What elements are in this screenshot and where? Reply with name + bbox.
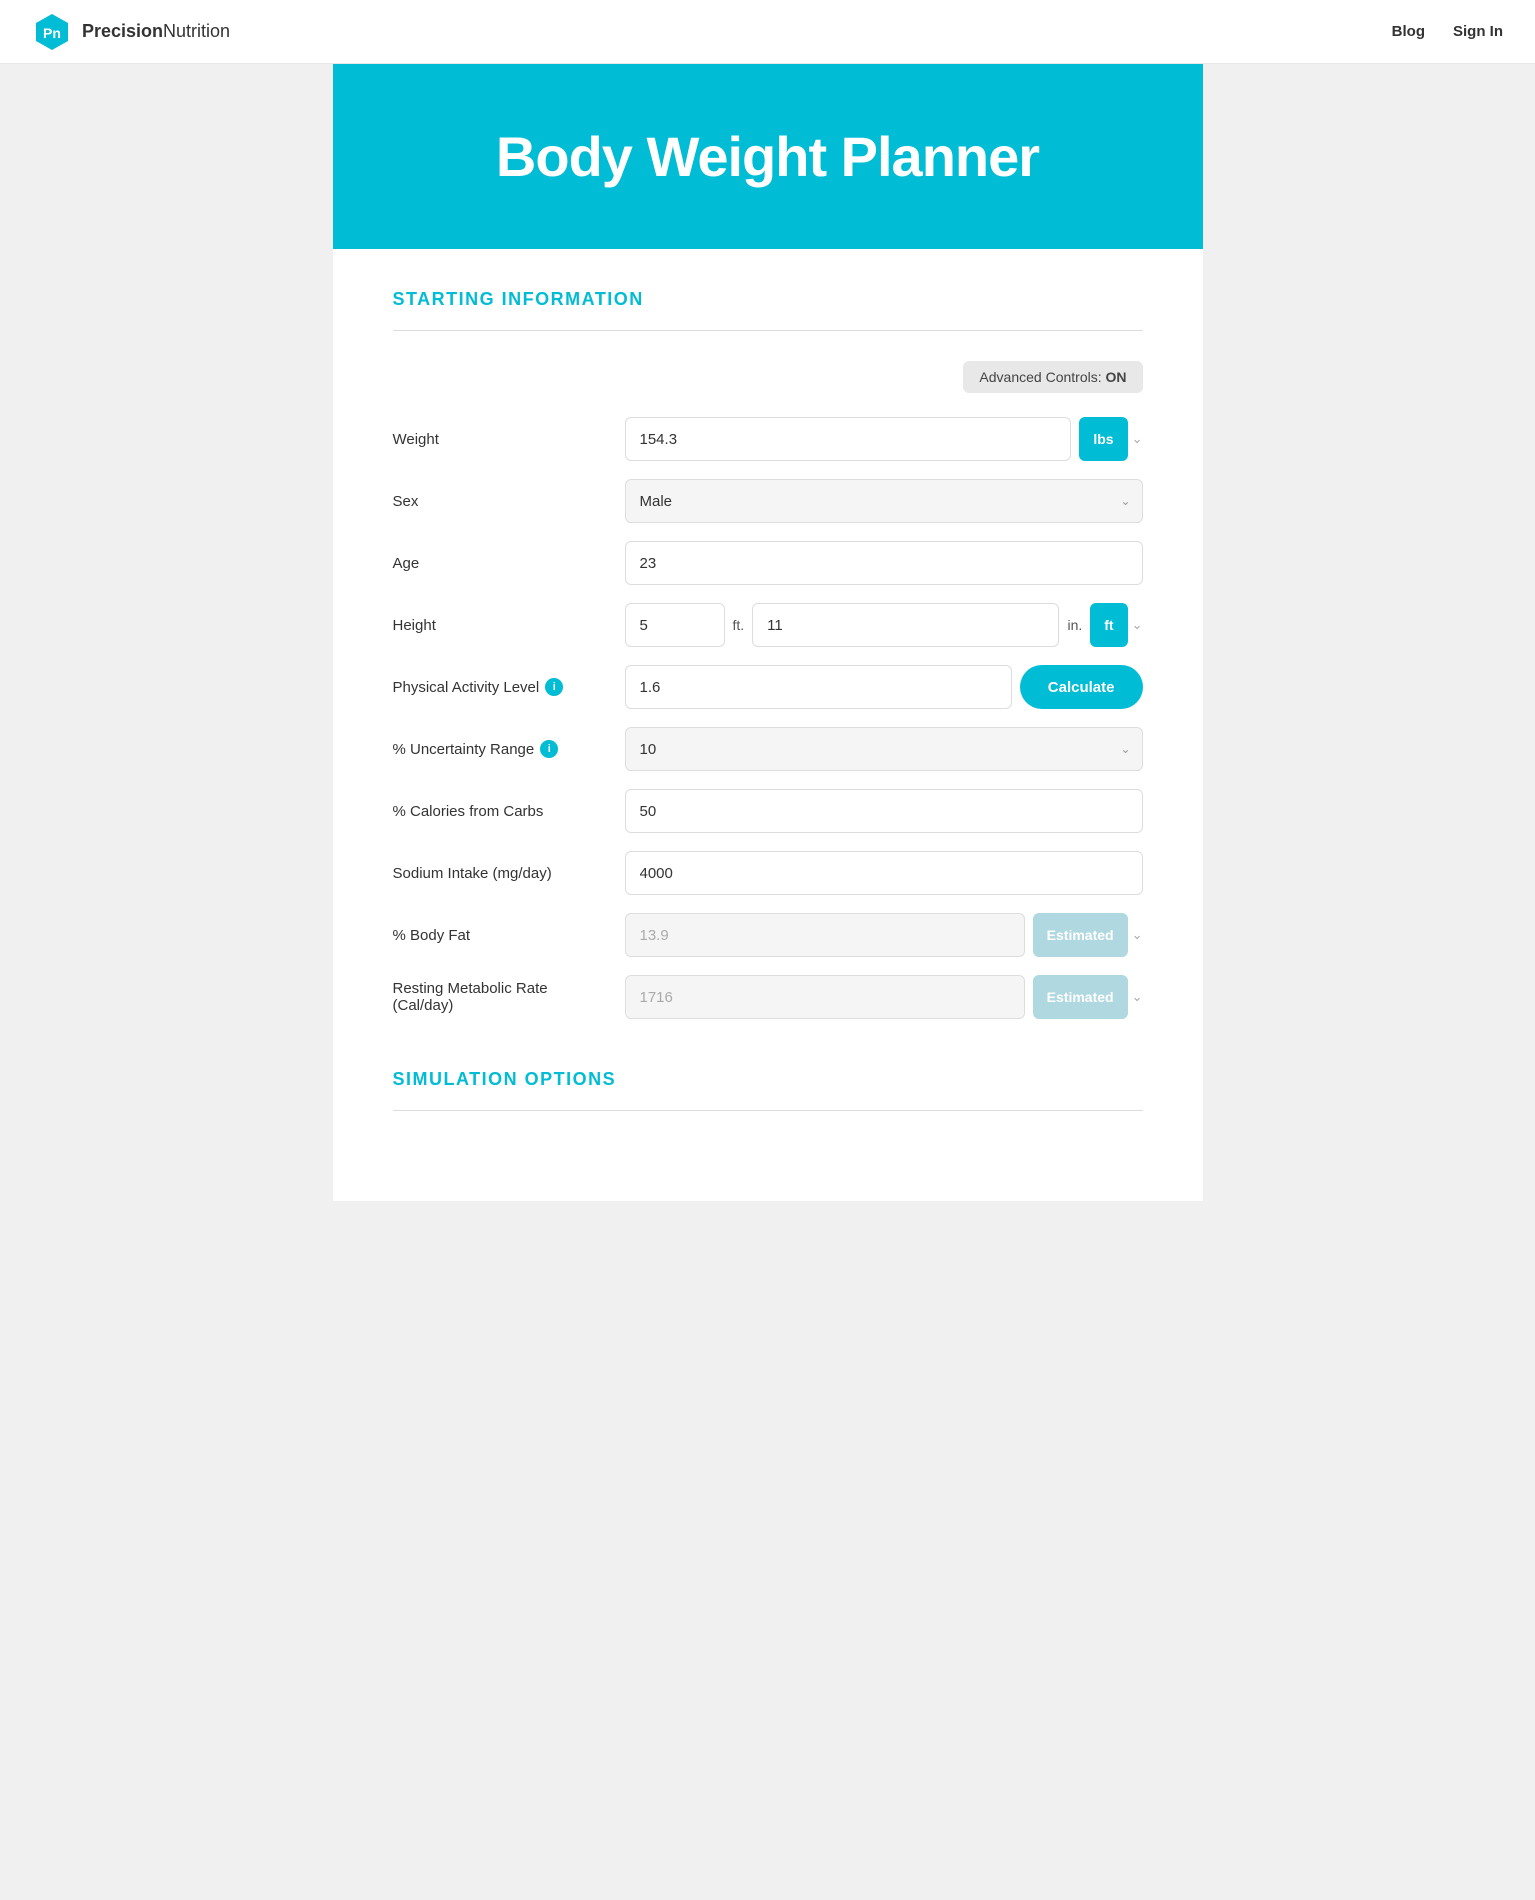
pal-row: Physical Activity Level i Calculate xyxy=(393,665,1143,709)
weight-input[interactable] xyxy=(625,417,1072,461)
pal-controls: Calculate xyxy=(625,665,1143,709)
pal-info-icon[interactable]: i xyxy=(545,678,563,696)
pn-logo-icon: Pn xyxy=(32,12,72,52)
advanced-controls-row: Advanced Controls: ON xyxy=(393,361,1143,393)
page-wrapper: Body Weight Planner STARTING INFORMATION… xyxy=(333,64,1203,1201)
bodyfat-input[interactable] xyxy=(625,913,1025,957)
age-label: Age xyxy=(393,555,613,572)
height-row: Height ft. in. ft ⌄ xyxy=(393,603,1143,647)
carbs-label: % Calories from Carbs xyxy=(393,803,613,820)
height-unit-button[interactable]: ft xyxy=(1090,603,1127,647)
bodyfat-row: % Body Fat Estimated ⌄ xyxy=(393,913,1143,957)
weight-unit-wrapper: lbs ⌄ xyxy=(1079,417,1142,461)
uncertainty-select[interactable]: 5 10 15 20 xyxy=(625,727,1143,771)
svg-text:Pn: Pn xyxy=(43,25,61,41)
brand-name: PrecisionNutrition xyxy=(82,21,230,42)
hero-banner: Body Weight Planner xyxy=(333,64,1203,249)
divider-1 xyxy=(393,330,1143,331)
sex-select-wrapper: Male Female ⌄ xyxy=(625,479,1143,523)
sex-label: Sex xyxy=(393,493,613,510)
weight-unit-button[interactable]: lbs xyxy=(1079,417,1127,461)
rmr-row: Resting Metabolic Rate (Cal/day) Estimat… xyxy=(393,975,1143,1019)
height-ft-input[interactable] xyxy=(625,603,725,647)
rmr-label: Resting Metabolic Rate (Cal/day) xyxy=(393,980,613,1014)
sex-controls: Male Female ⌄ xyxy=(625,479,1143,523)
rmr-estimated-button[interactable]: Estimated xyxy=(1033,975,1128,1019)
uncertainty-row: % Uncertainty Range i 5 10 15 20 ⌄ xyxy=(393,727,1143,771)
signin-link[interactable]: Sign In xyxy=(1453,23,1503,40)
bodyfat-controls: Estimated ⌄ xyxy=(625,913,1143,957)
divider-2 xyxy=(393,1110,1143,1111)
simulation-options-title: SIMULATION OPTIONS xyxy=(393,1069,1143,1090)
rmr-input[interactable] xyxy=(625,975,1025,1019)
uncertainty-info-icon[interactable]: i xyxy=(540,740,558,758)
height-label: Height xyxy=(393,617,613,634)
calculate-button[interactable]: Calculate xyxy=(1020,665,1143,709)
height-ft-label: ft. xyxy=(733,617,745,633)
bodyfat-badge-wrapper: Estimated ⌄ xyxy=(1033,913,1143,957)
sex-row: Sex Male Female ⌄ xyxy=(393,479,1143,523)
blog-link[interactable]: Blog xyxy=(1392,23,1425,40)
advanced-controls-button[interactable]: Advanced Controls: ON xyxy=(963,361,1142,393)
height-unit-chevron-icon[interactable]: ⌄ xyxy=(1132,617,1143,633)
weight-label: Weight xyxy=(393,431,613,448)
height-in-label: in. xyxy=(1067,617,1082,633)
rmr-controls: Estimated ⌄ xyxy=(625,975,1143,1019)
weight-controls: lbs ⌄ xyxy=(625,417,1143,461)
pal-label: Physical Activity Level i xyxy=(393,678,613,696)
uncertainty-select-wrapper: 5 10 15 20 ⌄ xyxy=(625,727,1143,771)
height-controls: ft. in. ft ⌄ xyxy=(625,603,1143,647)
age-input[interactable] xyxy=(625,541,1143,585)
uncertainty-controls: 5 10 15 20 ⌄ xyxy=(625,727,1143,771)
weight-unit-chevron-icon[interactable]: ⌄ xyxy=(1132,431,1143,447)
simulation-options-section: SIMULATION OPTIONS xyxy=(393,1069,1143,1111)
brand-logo: Pn PrecisionNutrition xyxy=(32,12,230,52)
sodium-row: Sodium Intake (mg/day) xyxy=(393,851,1143,895)
carbs-controls xyxy=(625,789,1143,833)
uncertainty-label: % Uncertainty Range i xyxy=(393,740,613,758)
sex-select[interactable]: Male Female xyxy=(625,479,1143,523)
nav-links: Blog Sign In xyxy=(1392,23,1503,40)
rmr-badge-wrapper: Estimated ⌄ xyxy=(1033,975,1143,1019)
bodyfat-chevron-icon[interactable]: ⌄ xyxy=(1132,927,1143,943)
starting-info-section: STARTING INFORMATION Advanced Controls: … xyxy=(393,289,1143,1019)
sodium-input[interactable] xyxy=(625,851,1143,895)
height-in-input[interactable] xyxy=(752,603,1059,647)
bodyfat-label: % Body Fat xyxy=(393,927,613,944)
sodium-controls xyxy=(625,851,1143,895)
age-row: Age xyxy=(393,541,1143,585)
age-controls xyxy=(625,541,1143,585)
starting-info-title: STARTING INFORMATION xyxy=(393,289,1143,310)
rmr-chevron-icon[interactable]: ⌄ xyxy=(1132,989,1143,1005)
bodyfat-estimated-button[interactable]: Estimated xyxy=(1033,913,1128,957)
weight-row: Weight lbs ⌄ xyxy=(393,417,1143,461)
main-content: STARTING INFORMATION Advanced Controls: … xyxy=(333,249,1203,1201)
pal-input[interactable] xyxy=(625,665,1012,709)
page-title: Body Weight Planner xyxy=(373,124,1163,189)
sodium-label: Sodium Intake (mg/day) xyxy=(393,865,613,882)
carbs-input[interactable] xyxy=(625,789,1143,833)
carbs-row: % Calories from Carbs xyxy=(393,789,1143,833)
height-unit-wrapper: ft ⌄ xyxy=(1090,603,1142,647)
navbar: Pn PrecisionNutrition Blog Sign In xyxy=(0,0,1535,64)
